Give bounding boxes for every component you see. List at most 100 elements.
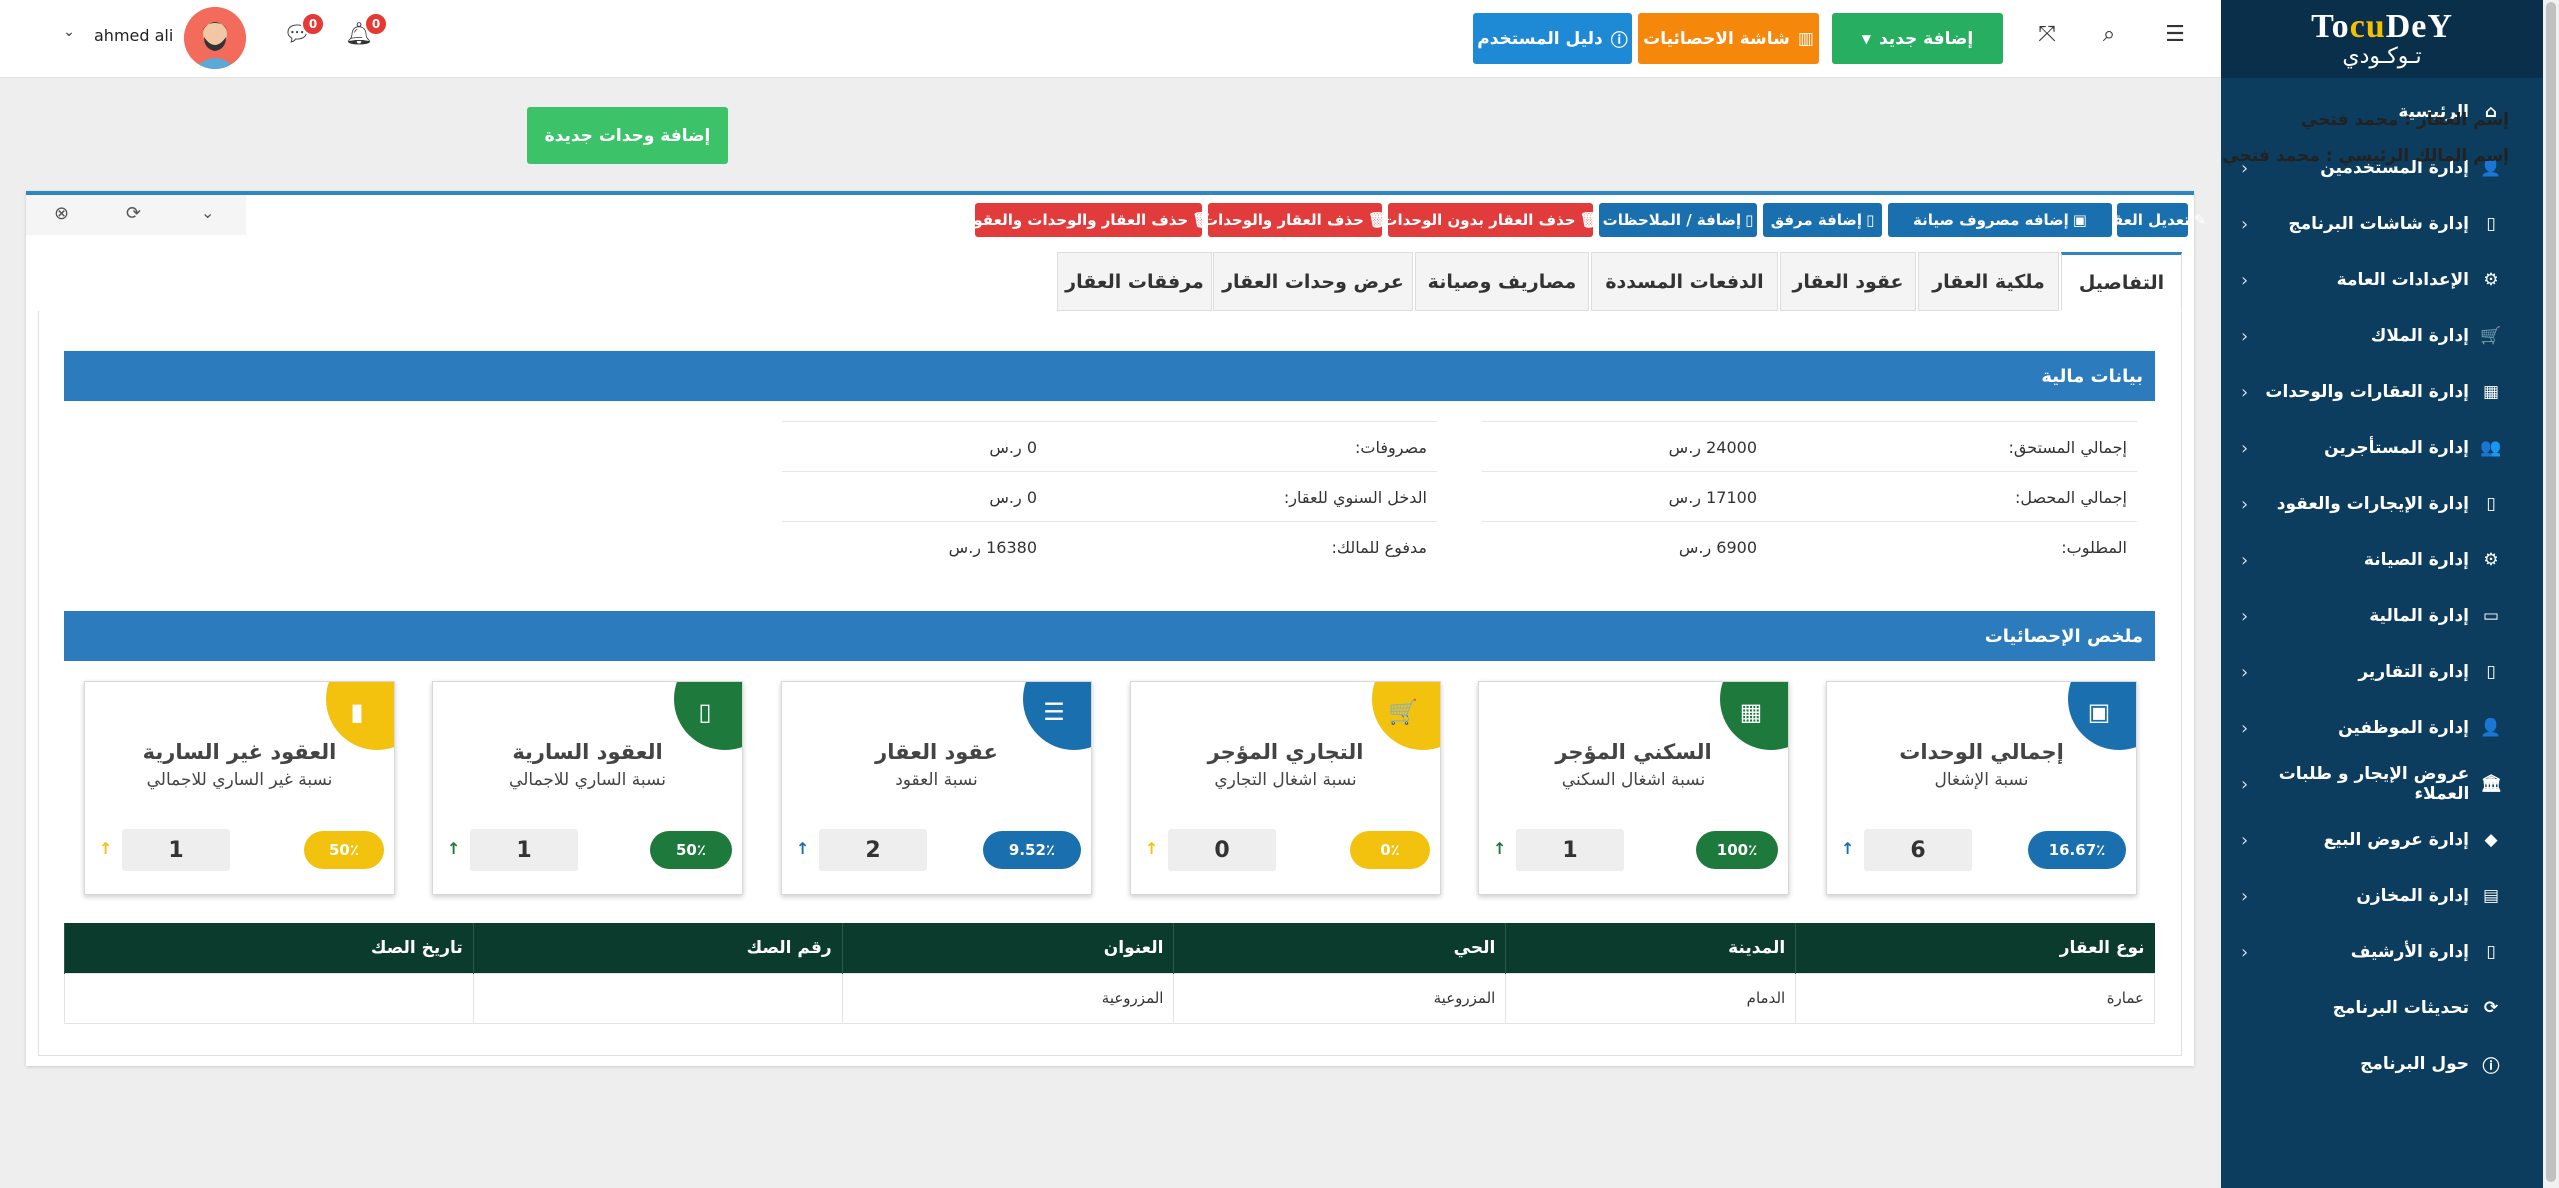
sidebar-item-cart-4[interactable]: 🛒 إدارة الملاك ‹ [2221, 308, 2543, 364]
tab-3[interactable]: الدفعات المسددة [1591, 252, 1778, 311]
financial-value: 24000 ر.س [1668, 438, 1757, 457]
sidebar-item-document-7[interactable]: ▯ إدارة الإيجارات والعقود ‹ [2221, 476, 2543, 532]
column-header[interactable]: تاريخ الصك [64, 923, 474, 973]
sidebar-item-label: إدارة الملاك [2370, 326, 2469, 346]
stat-card-count: 2 [819, 829, 927, 871]
chevron-left-icon: ‹ [2241, 493, 2249, 515]
stats-screen-button[interactable]: ▥ شاشة الاحصائيات [1638, 13, 1819, 64]
sidebar-item-basket-14[interactable]: ▤ إدارة المخازن ‹ [2221, 868, 2543, 924]
sidebar-item-building-5[interactable]: ▦ إدارة العقارات والوحدات ‹ [2221, 364, 2543, 420]
sidebar-item-file-2[interactable]: ▯ إدارة شاشات البرنامج ‹ [2221, 196, 2543, 252]
action-button-2[interactable]: ▯ إضافة مرفق [1763, 203, 1882, 237]
tab-5[interactable]: عرض وحدات العقار [1213, 252, 1413, 311]
sidebar-item-gear-3[interactable]: ⚙ الإعدادات العامة ‹ [2221, 252, 2543, 308]
messages-badge: 0 [301, 12, 325, 36]
action-icon: ▣ [2072, 211, 2087, 229]
tab-1[interactable]: ملكية العقار [1918, 252, 2059, 311]
sidebar-menu: ⌂ الرئيسية 👤 إدارة المستخدمين ‹ ▯ إدارة شاشات … [2221, 78, 2543, 1092]
stat-card-5[interactable]: ▮ العقود غير السارية نسبة غير الساري للاجم… [84, 681, 395, 895]
column-header[interactable]: نوع العقار [1795, 923, 2155, 973]
action-button-0[interactable]: ✎ تعديل العقار [2099, 203, 2206, 237]
sidebar-item-bank-12[interactable]: 🏛 عروض الإيجار و طلبات العملاء ‹ [2221, 756, 2543, 812]
user-dropdown-chevron-icon[interactable]: ⌄ [54, 24, 84, 40]
search-icon[interactable]: ⌕ [2094, 22, 2124, 47]
user-guide-button[interactable]: ⓘ دليل المستخدم [1473, 13, 1632, 64]
stat-card-percent: 16.67٪ [2028, 831, 2126, 869]
column-header[interactable]: العنوان [841, 923, 1174, 973]
building-icon: ▦ [1739, 698, 1763, 726]
action-button-1[interactable]: ▣ إضافه مصروف صيانة [1888, 203, 2112, 237]
sidebar-item-info-17[interactable]: ⓘ حول البرنامج [2221, 1036, 2543, 1092]
building-icon: ▦ [2482, 382, 2500, 402]
tab-0[interactable]: التفاصيل [2061, 252, 2182, 311]
action-button-label: حذف العقار بدون الوحدات [1382, 211, 1576, 229]
stat-card-2[interactable]: 🛒 التجاري المؤجر نسبة اشغال التجاري 0٪ 0 ↑ [1130, 681, 1441, 895]
action-button-4[interactable]: 🗑 حذف العقار بدون الوحدات [1382, 203, 1599, 237]
sidebar-item-label: الإعدادات العامة [2336, 270, 2469, 290]
action-button-label: حذف العقار والوحدات والعقود [965, 211, 1189, 229]
chevron-left-icon: ‹ [2241, 885, 2249, 907]
fullscreen-icon[interactable]: ⤧ [2032, 22, 2062, 47]
stat-card-0[interactable]: ▣ إجمالي الوحدات نسبة الإشغال 16.67٪ 6 ↑ [1826, 681, 2137, 895]
sidebar-item-label: إدارة المالية [2369, 606, 2469, 626]
table-header-row: نوع العقار المدينة الحي العنوان رقم الصك تاري… [64, 923, 2155, 973]
stat-card-1[interactable]: ▦ السكني المؤجر نسبة اشغال السكني 100٪ 1 ↑ [1478, 681, 1789, 895]
stat-card-3[interactable]: ☰ عقود العقار نسبة العقود 9.52٪ 2 ↑ [781, 681, 1092, 895]
action-button-6[interactable]: 🗑 حذف العقار والوحدات والعقود [966, 203, 1211, 237]
table-cell [472, 972, 843, 1024]
chevron-left-icon: ‹ [2241, 269, 2249, 291]
action-button-3[interactable]: ▯ إضافة / الملاحظات [1599, 203, 1757, 237]
arrow-up-icon: ↑ [1145, 839, 1159, 858]
sidebar-item-report-10[interactable]: ▯ إدارة التقارير ‹ [2221, 644, 2543, 700]
stat-card-4[interactable]: ▯ العقود السارية نسبة الساري للاجمالي 50٪ 1 ↑ [432, 681, 743, 895]
stat-card-percent: 0٪ [1350, 831, 1430, 869]
table-cell: عمارة [1795, 972, 2155, 1024]
archive-icon: ▯ [2486, 942, 2496, 962]
stats-screen-label: شاشة الاحصائيات [1643, 28, 1790, 49]
stat-card-subtitle: نسبة غير الساري للاجمالي [146, 770, 333, 790]
hamburger-menu-icon[interactable]: ☰ [2160, 22, 2190, 47]
tab-4[interactable]: مصاريف وصيانة [1415, 252, 1589, 311]
logo[interactable]: TocuDeY تـوكـودي [2221, 0, 2543, 78]
sidebar-item-tag-13[interactable]: ◆ إدارة عروض البيع ‹ [2221, 812, 2543, 868]
sidebar-item-cogs-8[interactable]: ⚙ إدارة الصيانة ‹ [2221, 532, 2543, 588]
tab-2[interactable]: عقود العقار [1780, 252, 1916, 311]
financial-value: 6900 ر.س [1678, 538, 1757, 557]
add-units-button[interactable]: إضافة وحدات جديدة [527, 107, 728, 164]
column-header[interactable]: الحي [1173, 923, 1506, 973]
sidebar-item-refresh-16[interactable]: ⟳ تحديثات البرنامج [2221, 980, 2543, 1036]
stat-card-count: 6 [1864, 829, 1972, 871]
trash-icon: 🗑 [1579, 211, 1599, 229]
avatar[interactable] [184, 7, 246, 69]
chevron-left-icon: ‹ [2241, 605, 2249, 627]
file-icon: ▯ [2486, 214, 2496, 234]
user-name[interactable]: ahmed ali [94, 26, 173, 45]
arrow-up-icon: ↑ [447, 839, 461, 858]
table-row[interactable]: عمارة الدمام المزروعية المزروعية [64, 972, 2155, 1024]
sidebar-item-label: إدارة عروض البيع [2323, 830, 2469, 850]
sidebar-item-archive-15[interactable]: ▯ إدارة الأرشيف ‹ [2221, 924, 2543, 980]
financial-row: مدفوع للمالك: 16380 ر.س [782, 521, 1437, 571]
action-icon: ▯ [1866, 211, 1875, 229]
refresh-icon[interactable]: ⟳ [126, 203, 141, 224]
page-scrollbar[interactable] [2543, 0, 2559, 1188]
tab-6[interactable]: مرفقات العقار [1057, 252, 1212, 311]
stat-card-subtitle: نسبة اشغال التجاري [1214, 770, 1357, 790]
cogs-icon: ⚙ [2483, 550, 2499, 570]
file-icon: ▯ [698, 698, 712, 726]
financial-value: 0 ر.س [989, 438, 1037, 457]
stat-card-subtitle: نسبة الإشغال [1934, 770, 2029, 790]
sidebar-item-label: إدارة الإيجارات والعقود [2276, 494, 2469, 514]
collapse-chevron-icon[interactable]: ⌄ [201, 203, 214, 222]
sidebar-item-money-9[interactable]: ▭ إدارة المالية ‹ [2221, 588, 2543, 644]
scrollbar-thumb[interactable] [2546, 2, 2556, 1182]
chevron-left-icon: ‹ [2241, 941, 2249, 963]
stat-card-title: التجاري المؤجر [1207, 740, 1364, 764]
sidebar-item-users-6[interactable]: 👥 إدارة المستأجرين ‹ [2221, 420, 2543, 476]
close-circle-icon[interactable]: ⊗ [54, 203, 69, 224]
sidebar-item-employee-11[interactable]: 👤 إدارة الموظفين ‹ [2221, 700, 2543, 756]
column-header[interactable]: المدينة [1505, 923, 1796, 973]
add-new-button[interactable]: إضافة جديد ▼ [1832, 13, 2003, 64]
action-button-5[interactable]: 🗑 حذف العقار والوحدات [1203, 203, 1387, 237]
column-header[interactable]: رقم الصك [472, 923, 843, 973]
